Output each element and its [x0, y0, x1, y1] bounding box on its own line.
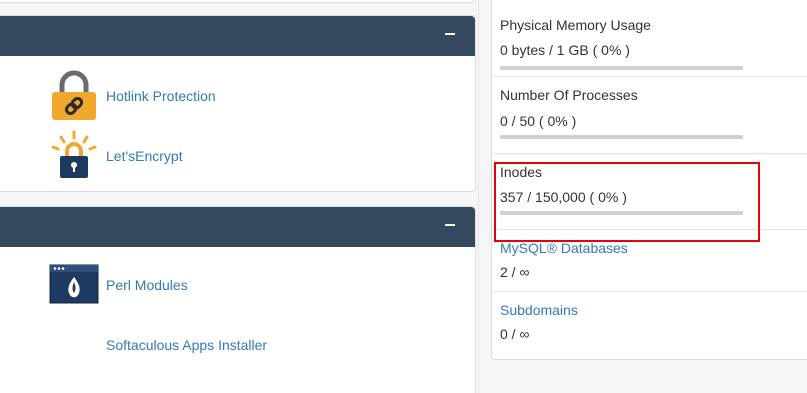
collapse-icon[interactable] [441, 216, 459, 234]
tools-column: Hotlink Protection Let'sEncrypt Perl Mod… [0, 0, 478, 393]
panel-header [0, 207, 475, 247]
software-panel: Perl Modules Softaculous Apps Installer [0, 206, 476, 393]
softaculous-icon-placeholder [48, 321, 100, 369]
panel-header [0, 16, 475, 56]
tool-hotlink-protection[interactable]: Hotlink Protection [48, 70, 216, 120]
tool-letsencrypt[interactable]: Let'sEncrypt [48, 130, 183, 180]
statistics-column: Physical Memory Usage 0 bytes / 1 GB ( 0… [478, 0, 807, 393]
stat-title: Number Of Processes [500, 87, 638, 103]
collapse-icon[interactable] [441, 25, 459, 43]
padlock-link-icon [48, 70, 100, 120]
usage-bar [500, 135, 743, 139]
tool-label[interactable]: Softaculous Apps Installer [106, 337, 267, 353]
stat-title: Physical Memory Usage [500, 17, 651, 33]
letsencrypt-lock-icon [48, 130, 100, 180]
stat-value: 2 / ∞ [500, 264, 530, 280]
statistics-panel: Physical Memory Usage 0 bytes / 1 GB ( 0… [491, 0, 807, 360]
tool-label[interactable]: Let'sEncrypt [106, 148, 183, 164]
stat-mysql-databases: MySQL® Databases 2 / ∞ [492, 230, 807, 292]
mysql-databases-link[interactable]: MySQL® Databases [500, 240, 628, 256]
stat-processes: Number Of Processes 0 / 50 ( 0% ) [492, 77, 807, 154]
previous-panel-bottom [0, 0, 476, 3]
usage-bar [500, 66, 743, 70]
stat-subdomains: Subdomains 0 / ∞ [492, 292, 807, 354]
tool-softaculous[interactable]: Softaculous Apps Installer [48, 321, 267, 369]
stat-value: 0 / 50 ( 0% ) [500, 113, 577, 129]
usage-bar [500, 211, 743, 215]
stat-value: 0 bytes / 1 GB ( 0% ) [500, 42, 630, 58]
stat-value: 0 / ∞ [500, 326, 530, 342]
subdomains-link[interactable]: Subdomains [500, 302, 578, 318]
tool-perl-modules[interactable]: Perl Modules [48, 261, 188, 309]
tool-label[interactable]: Perl Modules [106, 277, 188, 293]
stat-physical-memory: Physical Memory Usage 0 bytes / 1 GB ( 0… [492, 0, 807, 77]
stat-value: 357 / 150,000 ( 0% ) [500, 189, 627, 205]
security-panel: Hotlink Protection Let'sEncrypt [0, 15, 476, 192]
stat-title: Inodes [500, 164, 543, 180]
stat-inodes: Inodes 357 / 150,000 ( 0% ) [492, 154, 807, 230]
perl-modules-icon [48, 261, 100, 309]
tool-label[interactable]: Hotlink Protection [106, 88, 216, 104]
